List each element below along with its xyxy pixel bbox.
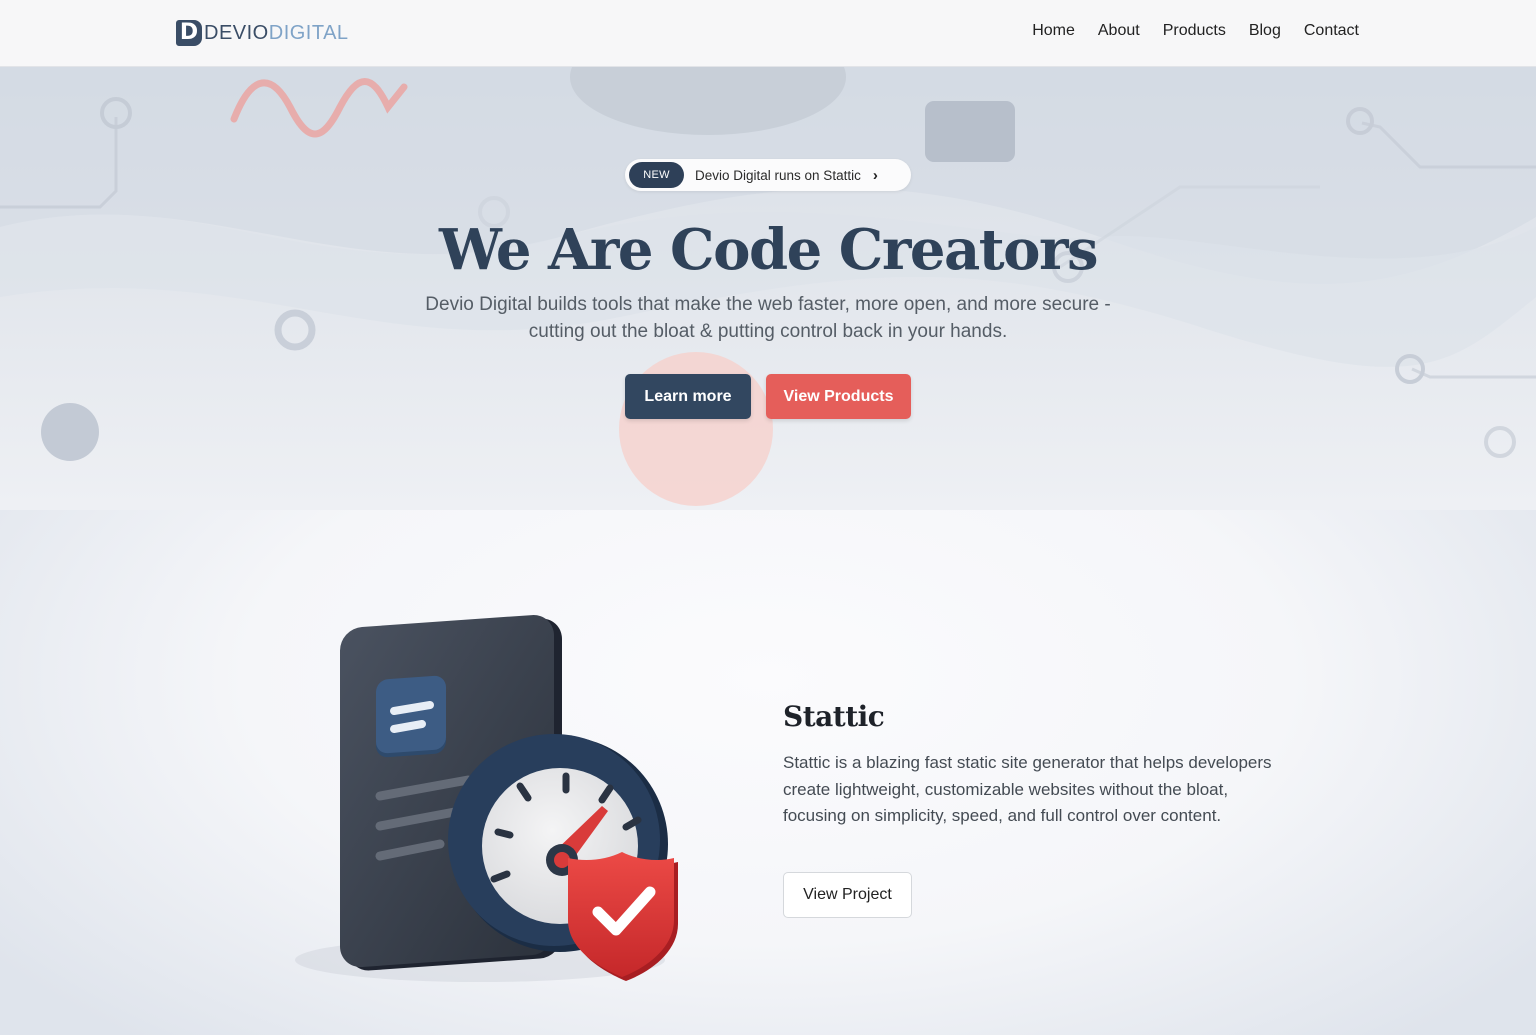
document-speedometer-shield-icon (295, 615, 678, 982)
nav-products[interactable]: Products (1163, 22, 1226, 40)
product-title: Stattic (783, 700, 885, 733)
logo-mark: D (176, 20, 202, 46)
hero-background-decoration (0, 67, 1536, 506)
product-description: Stattic is a blazing fast static site ge… (783, 753, 1272, 826)
nav-blog[interactable]: Blog (1249, 22, 1281, 40)
hero-title: We Are Code Creators (439, 217, 1098, 283)
announcement-text: Devio Digital runs on Stattic (695, 167, 861, 183)
top-navbar: D DEVIODIGITAL Home About Products Blog … (0, 0, 1536, 67)
hero-section: NEW Devio Digital runs on Stattic › We A… (0, 67, 1536, 510)
new-badge: NEW (629, 162, 684, 188)
logo-text-devio: DEVIO (204, 21, 269, 44)
product-section: Stattic Stattic is a blazing fast static… (0, 510, 1536, 1035)
logo-text-digital: DIGITAL (268, 21, 349, 44)
logo-text: DEVIODIGITAL (204, 22, 349, 45)
view-project-button[interactable]: View Project (783, 872, 912, 918)
hero-subtitle-line1: Devio Digital builds tools that make the… (425, 294, 1111, 315)
logo[interactable]: D DEVIODIGITAL (176, 20, 349, 46)
nav-contact[interactable]: Contact (1304, 22, 1359, 40)
chevron-right-icon: › (872, 166, 878, 184)
nav-home[interactable]: Home (1032, 22, 1075, 40)
learn-more-button[interactable]: Learn more (625, 374, 751, 419)
main-nav: Home About Products Blog Contact (1032, 22, 1359, 40)
hero-subtitle: Devio Digital builds tools that make the… (368, 291, 1168, 345)
view-products-button[interactable]: View Products (766, 374, 911, 419)
nav-about[interactable]: About (1098, 22, 1140, 40)
announcement-pill[interactable]: NEW Devio Digital runs on Stattic › (625, 159, 911, 191)
hero-subtitle-line2: cutting out the bloat & putting control … (528, 321, 1008, 342)
